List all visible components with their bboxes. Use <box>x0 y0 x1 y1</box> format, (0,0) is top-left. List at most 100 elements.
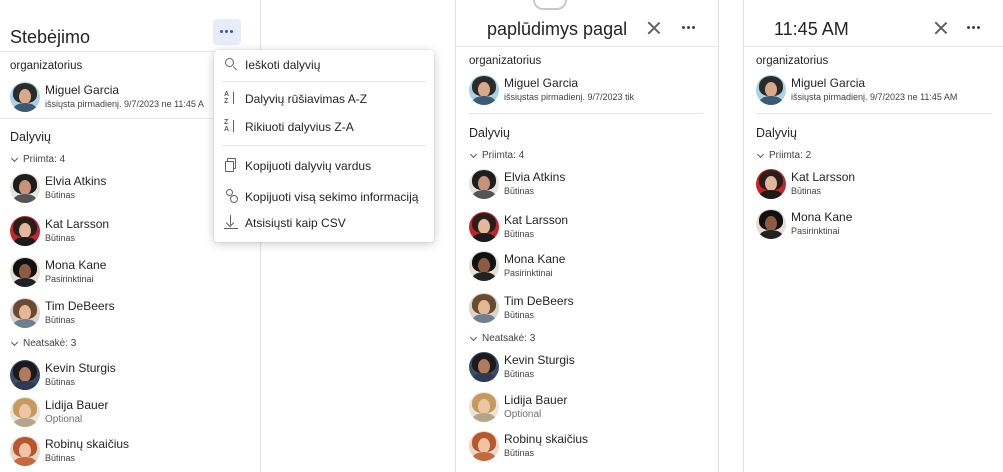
organizer-name: Miguel Garcia <box>45 83 120 97</box>
attendee-row[interactable]: Lidija Bauer Optional <box>469 392 669 428</box>
chevron-down-icon <box>469 333 478 341</box>
cropped-overlay-artifact <box>533 0 567 10</box>
avatar <box>10 436 40 466</box>
chevron-down-icon <box>756 150 765 158</box>
close-icon[interactable] <box>933 20 949 36</box>
attendee-role: Optional <box>45 414 83 425</box>
sort-ascending-icon: AZ <box>224 91 238 105</box>
organizer-sent-info: išsiųstas pirmadienį. 9/7/2023 tik <box>504 92 635 102</box>
accepted-group-toggle[interactable]: Priimta: 2 <box>756 150 811 161</box>
panel-title: 11:45 AM <box>774 19 849 39</box>
panel-title: Stebėjimo <box>10 27 91 47</box>
copy-icon <box>224 158 238 172</box>
organizer-sent-info: išsiųsta pirmadienį. 9/7/2023 ne 11:45 A… <box>791 92 958 102</box>
attendee-row[interactable]: Elvia Atkins Būtinas <box>10 173 210 209</box>
attendee-row[interactable]: Kat Larsson Būtinas <box>10 216 210 252</box>
menu-item-copy-names[interactable]: Kopijuoti dalyvių vardus <box>214 153 434 179</box>
avatar <box>469 293 499 323</box>
attendee-role: Būtinas <box>45 453 76 463</box>
organizer-label: organizatorius <box>756 55 829 67</box>
noresponse-group-toggle[interactable]: Neatsakė: 3 <box>469 333 535 344</box>
avatar <box>756 209 786 239</box>
section-divider <box>469 113 703 114</box>
attendee-name: Robinų skaičius <box>45 437 130 451</box>
chevron-down-icon <box>469 150 478 158</box>
attendee-row[interactable]: Mona Kane Pasirinktinai <box>469 251 669 287</box>
menu-item-sort-z-a[interactable]: ZA Rikiuoti dalyvius Z-A <box>214 114 434 140</box>
attendee-name: Lidija Bauer <box>45 398 109 412</box>
chevron-down-icon <box>10 154 19 162</box>
avatar <box>10 298 40 328</box>
attendee-role: Pasirinktinai <box>45 274 94 284</box>
copy-all-icon <box>224 189 238 203</box>
attendee-name: Tim DeBeers <box>45 299 115 313</box>
menu-divider <box>222 145 426 146</box>
avatar <box>469 392 499 422</box>
avatar <box>10 173 40 203</box>
more-horizontal-icon <box>682 26 696 30</box>
more-horizontal-icon <box>220 30 234 34</box>
attendee-name: Elvia Atkins <box>504 170 566 184</box>
avatar <box>469 212 499 242</box>
attendee-row[interactable]: Kevin Sturgis Būtinas <box>10 360 210 396</box>
noresponse-group-toggle[interactable]: Neatsakė: 3 <box>10 338 76 349</box>
menu-item-search-attendees[interactable]: Ieškoti dalyvių <box>214 52 434 78</box>
search-icon <box>224 57 238 71</box>
attendee-role: Optional <box>504 409 542 420</box>
screenshot-canvas: Stebėjimo organizatorius Miguel Garcia i… <box>0 0 1003 472</box>
attendee-role: Būtinas <box>45 233 76 243</box>
more-options-menu: Ieškoti dalyvių AZ Dalyvių rūšiavimas A-… <box>214 50 434 242</box>
attendee-role: Būtinas <box>45 315 76 325</box>
attendee-row[interactable]: Kat Larsson Būtinas <box>469 212 669 248</box>
avatar <box>10 82 40 112</box>
attendee-name: Kat Larsson <box>45 217 110 231</box>
attendee-role: Būtinas <box>45 377 76 387</box>
more-horizontal-icon <box>967 26 981 30</box>
attendee-name: Mona Kane <box>45 258 107 272</box>
menu-item-download-csv[interactable]: Atsisiųsti kaip CSV <box>214 210 434 236</box>
organizer-row[interactable]: Miguel Garcia išsiųstas pirmadienį. 9/7/… <box>469 75 709 111</box>
attendee-row[interactable]: Kat Larsson Būtinas <box>756 169 956 205</box>
organizer-row[interactable]: Miguel Garcia išsiųsta pirmadienį. 9/7/2… <box>10 82 210 118</box>
attendee-row[interactable]: Mona Kane Pasirinktinai <box>10 257 210 293</box>
panel-title: paplūdimys pagal <box>487 19 628 39</box>
avatar <box>10 216 40 246</box>
attendee-role: Būtinas <box>504 229 535 239</box>
header-divider <box>744 46 1003 47</box>
organizer-sent-info: išsiųsta pirmadienį. 9/7/2023 ne 11:45 A <box>45 99 204 109</box>
attendee-name: Kevin Sturgis <box>45 361 116 375</box>
avatar <box>469 75 499 105</box>
attendee-row[interactable]: Tim DeBeers Būtinas <box>469 293 669 329</box>
attendee-role: Pasirinktinai <box>791 226 840 236</box>
more-options-button[interactable] <box>960 15 988 41</box>
organizer-row[interactable]: Miguel Garcia išsiųsta pirmadienį. 9/7/2… <box>756 75 996 111</box>
attendee-row[interactable]: Elvia Atkins Būtinas <box>469 169 669 205</box>
attendee-row[interactable]: Robinų skaičius Būtinas <box>10 436 210 472</box>
attendee-name: Tim DeBeers <box>504 294 574 308</box>
organizer-label: organizatorius <box>469 55 542 67</box>
close-icon[interactable] <box>646 20 662 36</box>
avatar <box>469 169 499 199</box>
attendee-name: Kevin Sturgis <box>504 353 575 367</box>
accepted-group-toggle[interactable]: Priimta: 4 <box>469 150 524 161</box>
avatar <box>10 397 40 427</box>
more-options-button[interactable] <box>675 15 703 41</box>
section-divider <box>756 113 992 114</box>
menu-divider <box>222 81 426 82</box>
menu-item-sort-a-z[interactable]: AZ Dalyvių rūšiavimas A-Z <box>214 86 434 112</box>
avatar <box>469 251 499 281</box>
attendee-row[interactable]: Tim DeBeers Būtinas <box>10 298 210 334</box>
accepted-group-toggle[interactable]: Priimta: 4 <box>10 154 65 165</box>
more-options-button[interactable] <box>213 19 241 45</box>
attendee-row[interactable]: Robinų skaičius Būtinas <box>469 431 669 467</box>
attendee-role: Būtinas <box>45 190 76 200</box>
menu-item-copy-all-info[interactable]: Kopijuoti visą sekimo informaciją <box>214 184 434 210</box>
attendee-row[interactable]: Kevin Sturgis Būtinas <box>469 352 669 388</box>
attendees-label: Dalyvių <box>10 130 51 144</box>
tracking-panel-3: 11:45 AM organizatorius Miguel Garcia iš… <box>744 0 1003 472</box>
header-divider <box>456 46 718 47</box>
attendee-name: Mona Kane <box>504 252 566 266</box>
attendee-row[interactable]: Lidija Bauer Optional <box>10 397 210 433</box>
attendee-row[interactable]: Mona Kane Pasirinktinai <box>756 209 956 245</box>
organizer-name: Miguel Garcia <box>504 76 579 90</box>
